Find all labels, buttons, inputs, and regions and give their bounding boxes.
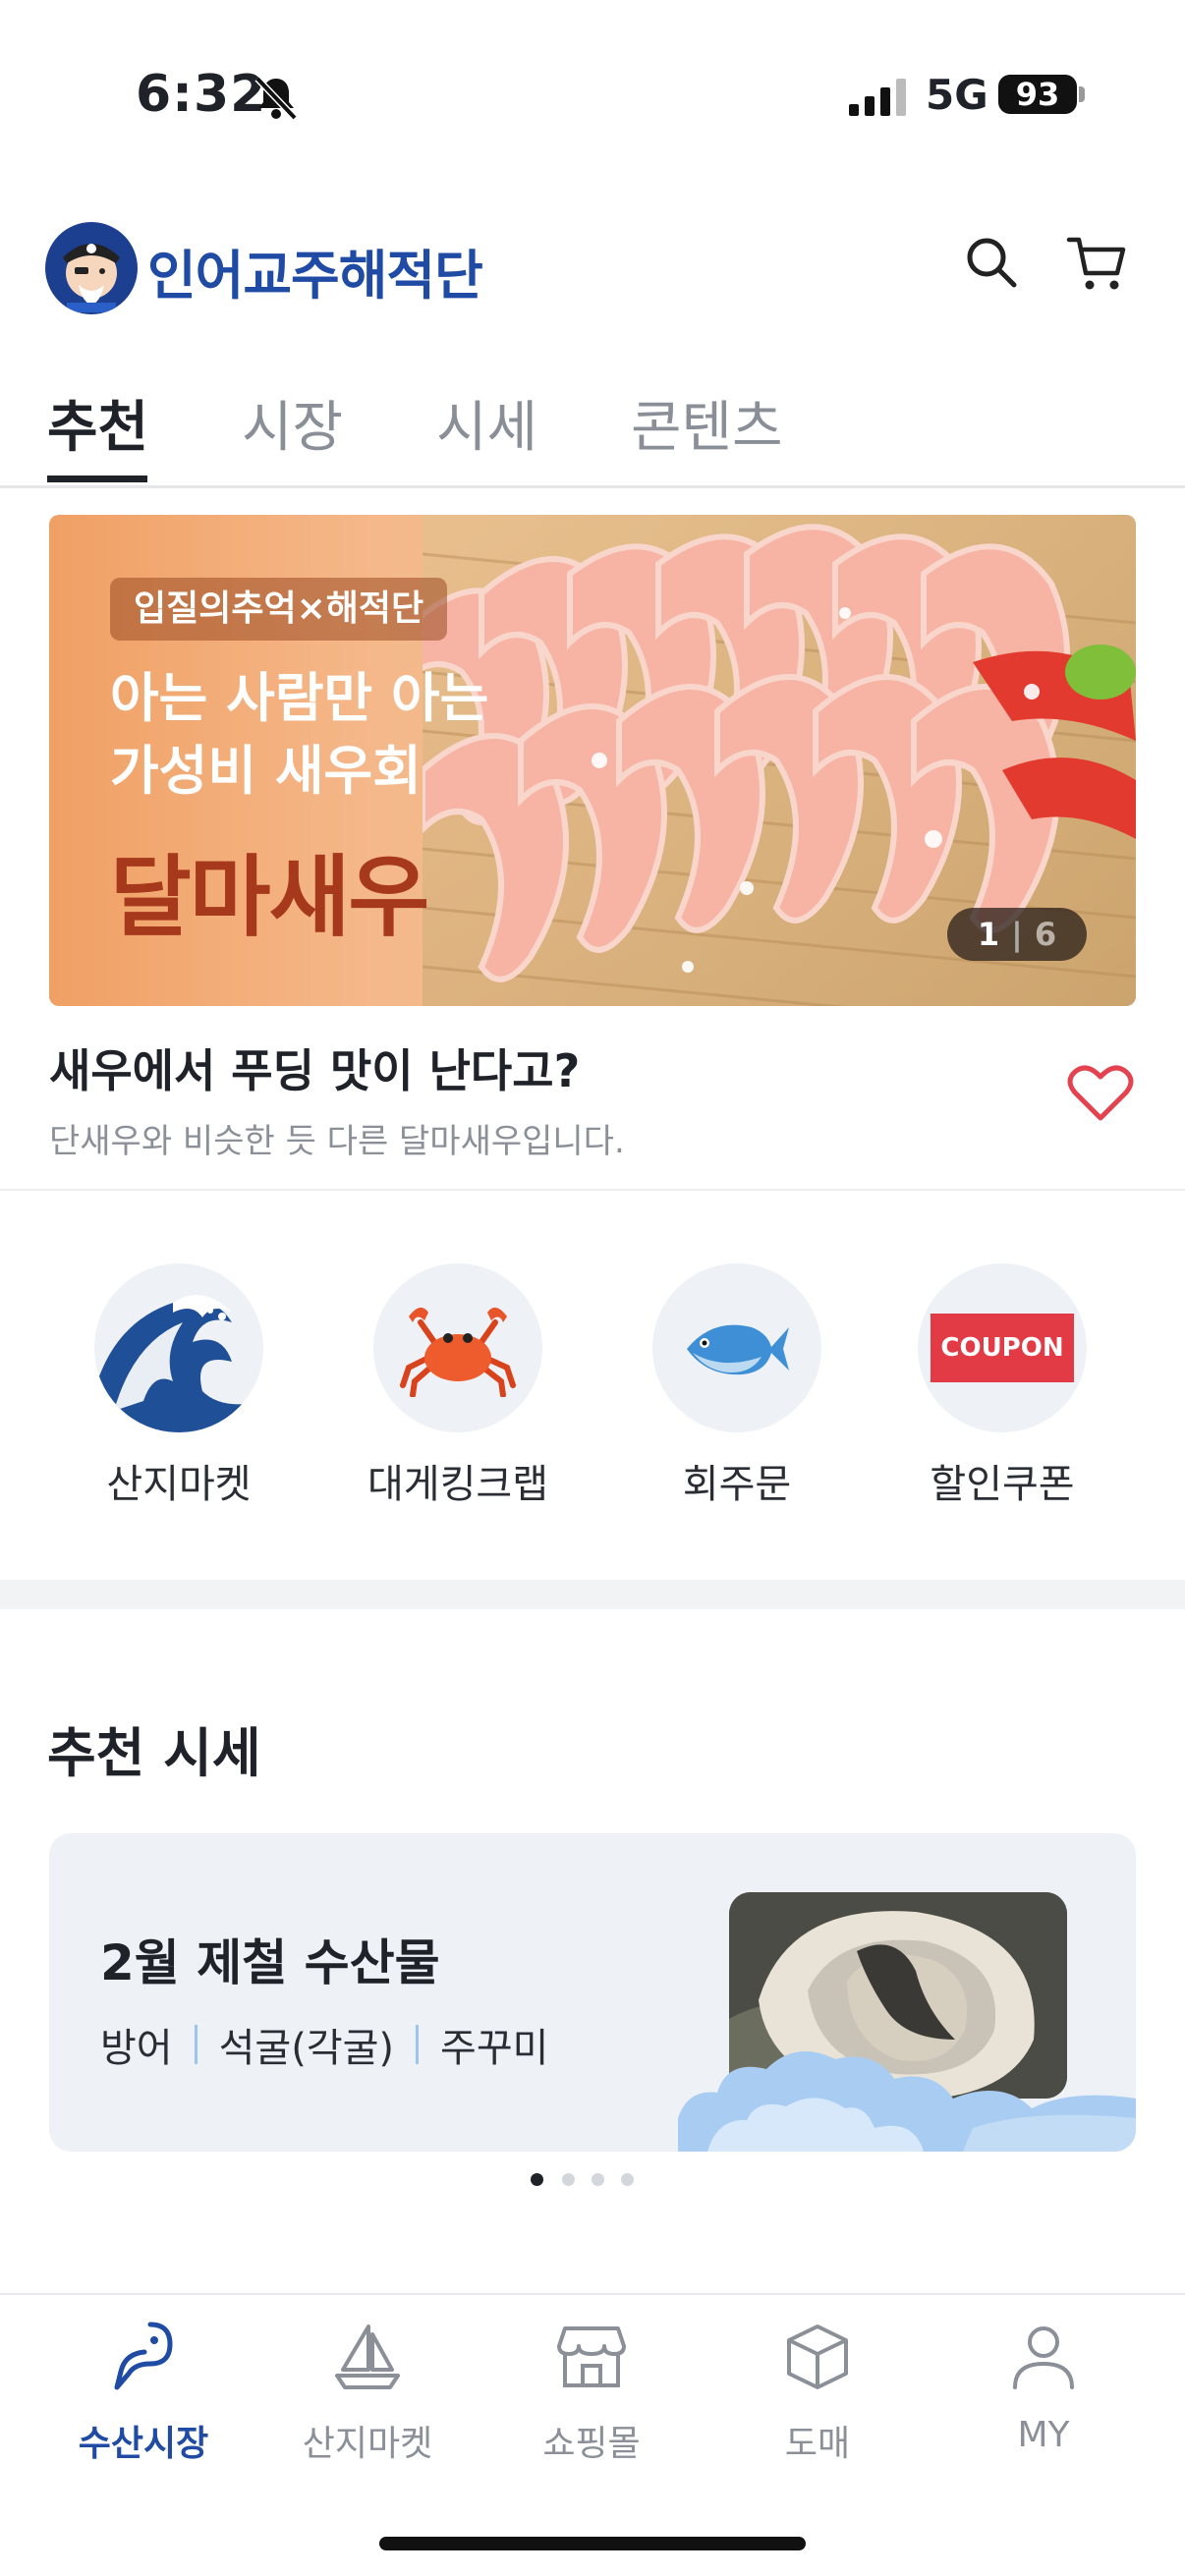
status-time: 6:32 xyxy=(136,65,267,124)
quick-menu-label: 대게킹크랩 xyxy=(367,1462,548,1507)
section-title: 추천 시세 xyxy=(47,1722,261,1784)
brand-name[interactable]: 인어교주해적단 xyxy=(147,232,483,309)
banner-title[interactable]: 새우에서 푸딩 맛이 난다고? xyxy=(49,1036,580,1100)
tab-divider xyxy=(0,485,1185,488)
sailboat-icon xyxy=(335,2324,400,2389)
promo-banner[interactable]: 입질의추억×해적단 아는 사람만 아는 가성비 새우회 달마새우 1 | 6 xyxy=(49,515,1136,1006)
cart-icon[interactable] xyxy=(1065,232,1128,295)
battery-indicator: 93 xyxy=(998,75,1077,114)
nav-label: 산지마켓 xyxy=(302,2424,433,2464)
carousel-dot[interactable] xyxy=(592,2173,604,2186)
active-tab-indicator xyxy=(47,476,147,482)
coupon-badge: COUPON xyxy=(931,1314,1074,1382)
heart-icon[interactable] xyxy=(1067,1063,1134,1124)
carousel-dot[interactable] xyxy=(621,2173,634,2186)
banner-page-separator: | xyxy=(1011,916,1023,953)
tab-contents[interactable]: 콘텐츠 xyxy=(631,383,783,463)
quick-menu-sashimi-order[interactable]: 회주문 xyxy=(639,1263,835,1509)
banner-page-total: 6 xyxy=(1034,916,1057,953)
quick-menu-sanji-market[interactable]: 산지마켓 xyxy=(81,1263,277,1509)
banner-headline-line2: 가성비 새우회 xyxy=(110,740,422,802)
tab-recommend[interactable]: 추천 xyxy=(47,383,148,463)
nav-shopping-mall[interactable]: 쇼핑몰 xyxy=(513,2321,670,2466)
item-separator xyxy=(194,2025,198,2064)
box-icon xyxy=(787,2324,848,2389)
section-divider xyxy=(0,1189,1185,1191)
fish-hook-icon xyxy=(114,2322,173,2390)
quick-menu-king-crab[interactable]: 대게킹크랩 xyxy=(360,1263,556,1509)
nav-label: MY xyxy=(1017,2415,1070,2455)
battery-tip xyxy=(1079,86,1085,102)
carousel-dot-active[interactable] xyxy=(531,2173,543,2186)
quick-menu-coupon[interactable]: COUPON 할인쿠폰 xyxy=(904,1263,1100,1509)
banner-page-current: 1 xyxy=(977,916,1000,953)
coupon-icon: COUPON xyxy=(918,1263,1087,1432)
nav-label: 수산시장 xyxy=(78,2424,209,2464)
quick-menu-label: 할인쿠폰 xyxy=(930,1462,1075,1507)
section-gap xyxy=(0,1580,1185,1609)
card-item: 주꾸미 xyxy=(440,2026,549,2071)
wave-decoration xyxy=(678,2051,1136,2152)
wave-icon xyxy=(94,1263,263,1432)
banner-collab-tag: 입질의추억×해적단 xyxy=(110,578,448,641)
tab-price[interactable]: 시세 xyxy=(436,383,537,463)
cellular-signal-icon xyxy=(849,79,906,116)
banner-page-indicator: 1 | 6 xyxy=(947,908,1087,961)
quick-menu-label: 회주문 xyxy=(682,1462,792,1507)
nav-wholesale[interactable]: 도매 xyxy=(739,2321,896,2466)
banner-headline-line1: 아는 사람만 아는 xyxy=(110,667,489,729)
banner-product-name: 달마새우 xyxy=(110,846,429,949)
bottom-nav-divider xyxy=(0,2293,1185,2295)
seasonal-seafood-card[interactable]: 2월 제철 수산물 방어 석굴(각굴) 주꾸미 xyxy=(49,1833,1136,2152)
person-icon xyxy=(1013,2326,1074,2389)
tab-market[interactable]: 시장 xyxy=(242,383,343,463)
quick-menu-label: 산지마켓 xyxy=(106,1462,252,1507)
card-item: 방어 xyxy=(100,2026,173,2071)
card-title: 2월 제철 수산물 xyxy=(100,1934,440,1991)
banner-description[interactable]: 단새우와 비슷한 듯 다른 달마새우입니다. xyxy=(49,1114,625,1162)
nav-my[interactable]: MY xyxy=(965,2321,1122,2455)
pirate-logo-icon[interactable] xyxy=(45,222,138,314)
nav-label: 도매 xyxy=(784,2424,851,2464)
banner-headline: 아는 사람만 아는 가성비 새우회 xyxy=(110,662,562,808)
carousel-dot[interactable] xyxy=(562,2173,575,2186)
fish-icon xyxy=(652,1263,821,1432)
store-icon xyxy=(557,2326,626,2387)
card-item-list: 방어 석굴(각굴) 주꾸미 xyxy=(100,2016,548,2073)
nav-label: 쇼핑몰 xyxy=(542,2424,641,2464)
item-separator xyxy=(416,2025,420,2064)
home-indicator[interactable] xyxy=(379,2537,806,2550)
nav-sanji-market[interactable]: 산지마켓 xyxy=(289,2321,446,2466)
search-icon[interactable] xyxy=(963,234,1020,291)
bell-muted-icon xyxy=(254,76,298,121)
card-item: 석굴(각굴) xyxy=(218,2026,395,2071)
nav-fish-market[interactable]: 수산시장 xyxy=(65,2321,222,2466)
crab-icon xyxy=(373,1263,542,1432)
network-type: 5G xyxy=(926,71,988,119)
